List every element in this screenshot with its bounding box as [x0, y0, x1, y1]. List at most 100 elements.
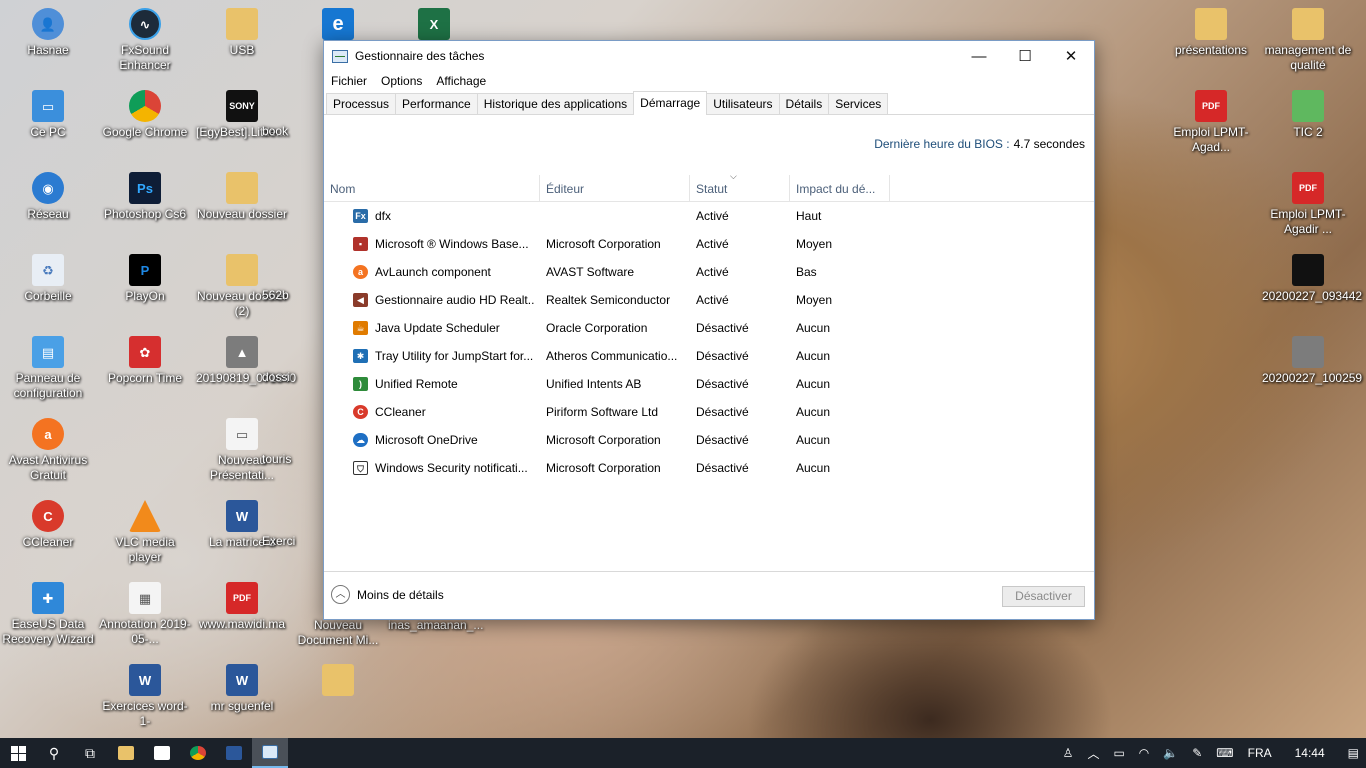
- task-view-button[interactable]: ⧉: [72, 738, 108, 768]
- desktop-icon-chrome[interactable]: Google Chrome: [99, 90, 191, 140]
- wifi-icon[interactable]: ◠: [1139, 746, 1149, 760]
- taskbar-store[interactable]: [144, 738, 180, 768]
- desktop-icon-label: TIC 2: [1293, 125, 1323, 139]
- battery-icon[interactable]: ▭: [1113, 746, 1124, 760]
- table-row[interactable]: ☁ Microsoft OneDrive Microsoft Corporati…: [324, 426, 1094, 454]
- desktop-icon-presentation[interactable]: ▭ Nouveau Présentati...: [196, 418, 288, 483]
- column-header-statut[interactable]: Statut: [690, 175, 790, 202]
- desktop-icon-exercices-word[interactable]: Wmr sguenfel: [196, 664, 288, 714]
- desktop-icon-avast[interactable]: a Avast Antivirus Gratuit: [2, 418, 94, 483]
- desktop-icon-management[interactable]: management de qualité: [1262, 8, 1354, 73]
- desktop-icon-book[interactable]: book: [262, 124, 322, 139]
- table-row[interactable]: a AvLaunch component AVAST Software Acti…: [324, 258, 1094, 286]
- tab-demarrage[interactable]: Démarrage: [633, 91, 708, 115]
- table-row[interactable]: ⛉ Windows Security notificati... Microso…: [324, 454, 1094, 482]
- tab-processus[interactable]: Processus: [326, 93, 397, 114]
- menu-fichier[interactable]: Fichier: [331, 74, 367, 88]
- people-icon[interactable]: ♙: [1063, 746, 1074, 760]
- desktop-icon-label: Corbeille: [24, 289, 72, 303]
- keyboard-icon[interactable]: ⌨: [1216, 746, 1233, 760]
- language-indicator[interactable]: FRA: [1248, 746, 1272, 760]
- desktop-icon-vlc[interactable]: VLC media player: [99, 500, 191, 565]
- column-header-impact[interactable]: Impact du dé...: [790, 175, 890, 202]
- desktop-icon-20200227-093442[interactable]: 20200227_093442: [1262, 254, 1362, 304]
- desktop-icon-corbeille[interactable]: ♻ Corbeille: [2, 254, 94, 304]
- desktop-icon-touris[interactable]: touris: [262, 452, 322, 467]
- chevron-up-icon[interactable]: ︿: [1087, 745, 1099, 762]
- table-row[interactable]: Fx dfx Activé Haut: [324, 202, 1094, 230]
- menu-options[interactable]: Options: [381, 74, 422, 88]
- taskbar-word[interactable]: [216, 738, 252, 768]
- photoshop-icon: Ps: [129, 172, 161, 204]
- desktop-icon-popcorn[interactable]: ✿ Popcorn Time: [99, 336, 191, 386]
- tab-utilisateurs[interactable]: Utilisateurs: [706, 93, 780, 114]
- table-row[interactable]: ▪ Microsoft ® Windows Base... Microsoft …: [324, 230, 1094, 258]
- desktop-icon-ccleaner[interactable]: C CCleaner: [2, 500, 94, 550]
- clock[interactable]: 14:44: [1295, 746, 1325, 760]
- desktop-icon-presentations[interactable]: présentations: [1165, 8, 1257, 58]
- row-impact: Aucun: [796, 349, 831, 363]
- desktop-icon-nouveau-dossier[interactable]: Nouveau dossier: [196, 172, 288, 222]
- desktop-icon-fxsound[interactable]: ∿ FxSound Enhancer: [99, 8, 191, 73]
- tab-historique[interactable]: Historique des applications: [476, 93, 635, 114]
- desktop-icon-inas[interactable]: inas_amaanan_...: [388, 618, 483, 633]
- store-icon: [154, 746, 170, 760]
- row-impact: Moyen: [796, 293, 833, 307]
- disable-button[interactable]: Désactiver: [1002, 586, 1085, 607]
- desktop-icon-excel[interactable]: X: [388, 8, 480, 43]
- table-row[interactable]: ✱ Tray Utility for JumpStart for... Athe…: [324, 342, 1094, 370]
- row-publisher: Microsoft Corporation: [546, 433, 661, 447]
- task-manager-icon: [332, 49, 348, 63]
- title-bar[interactable]: Gestionnaire des tâches ― ☐ ✕: [324, 41, 1094, 71]
- tab-services[interactable]: Services: [828, 93, 889, 114]
- tab-details[interactable]: Détails: [778, 93, 830, 114]
- column-header-editeur[interactable]: Éditeur: [540, 175, 690, 202]
- desktop-icon-label: 20200227_100259: [1262, 371, 1363, 385]
- notification-icon[interactable]: ▤: [1348, 746, 1359, 760]
- desktop-icon-emploi-2[interactable]: PDF Emploi LPMT-Agadir ...: [1262, 172, 1354, 237]
- desktop-icon-easeus[interactable]: ✚ EaseUS Data Recovery Wizard: [2, 582, 94, 647]
- desktop-icon-playon[interactable]: P PlayOn: [99, 254, 191, 304]
- desktop-icon-publipostage[interactable]: W Exercices word-1-: [99, 664, 191, 729]
- desktop-icon-reseau[interactable]: ◉ Réseau: [2, 172, 94, 222]
- pen-icon[interactable]: ✎: [1192, 746, 1202, 760]
- close-button[interactable]: ✕: [1048, 41, 1094, 71]
- volume-icon[interactable]: 🔈: [1163, 746, 1178, 760]
- desktop-icon-photoshop[interactable]: Ps Photoshop Cs6: [99, 172, 191, 222]
- desktop-icon-tic2[interactable]: TIC 2: [1262, 90, 1354, 140]
- fxsound-icon: ∿: [129, 8, 161, 40]
- search-button[interactable]: ⚲: [36, 738, 72, 768]
- desktop-icon-emploi-1[interactable]: PDF Emploi LPMT-Agad...: [1165, 90, 1257, 155]
- desktop-icon-nouveau-document[interactable]: Nouveau Document Mi...: [292, 618, 384, 648]
- desktop-icon-nouveau-dossier-2[interactable]: Nouveau dossier (2): [196, 254, 288, 319]
- desktop-icon-panneau[interactable]: ▤ Panneau de configuration: [2, 336, 94, 401]
- taskbar-file-explorer[interactable]: [108, 738, 144, 768]
- table-row[interactable]: C CCleaner Piriform Software Ltd Désacti…: [324, 398, 1094, 426]
- desktop-icon-mr-sguenfel[interactable]: [292, 664, 384, 699]
- maximize-button[interactable]: ☐: [1002, 41, 1048, 71]
- avast-icon: a: [353, 265, 368, 279]
- desktop-icon-annotation[interactable]: ▦ Annotation 2019-05-...: [99, 582, 191, 647]
- taskbar-task-manager[interactable]: [252, 738, 288, 768]
- tab-performance[interactable]: Performance: [395, 93, 478, 114]
- less-details-button[interactable]: ︿ Moins de détails: [331, 585, 444, 604]
- easeus-icon: ✚: [32, 582, 64, 614]
- taskbar-chrome[interactable]: [180, 738, 216, 768]
- column-header-nom[interactable]: Nom: [324, 175, 540, 202]
- desktop-icon-exerci[interactable]: Exerci: [262, 534, 322, 549]
- desktop-icon-mawidi[interactable]: PDF www.mawidi.ma: [196, 582, 288, 632]
- table-row[interactable]: ) Unified Remote Unified Intents AB Désa…: [324, 370, 1094, 398]
- desktop-icon-20200227-100259[interactable]: 20200227_100259: [1262, 336, 1363, 386]
- desktop-icon-dossi[interactable]: dossi: [262, 370, 322, 385]
- desktop-icon-562b[interactable]: 562b: [262, 288, 322, 303]
- table-row[interactable]: ☕ Java Update Scheduler Oracle Corporati…: [324, 314, 1094, 342]
- minimize-button[interactable]: ―: [956, 41, 1002, 71]
- start-button[interactable]: [0, 738, 36, 768]
- desktop-icon-ce-pc[interactable]: ▭ Ce PC: [2, 90, 94, 140]
- speaker-icon: ◀: [353, 293, 368, 307]
- desktop-icon-hasnae[interactable]: 👤 Hasnae: [2, 8, 94, 58]
- desktop-icon-label: EaseUS Data Recovery Wizard: [2, 617, 94, 646]
- desktop-icon-usb[interactable]: USB: [196, 8, 288, 58]
- table-row[interactable]: ◀ Gestionnaire audio HD Realt... Realtek…: [324, 286, 1094, 314]
- menu-affichage[interactable]: Affichage: [436, 74, 486, 88]
